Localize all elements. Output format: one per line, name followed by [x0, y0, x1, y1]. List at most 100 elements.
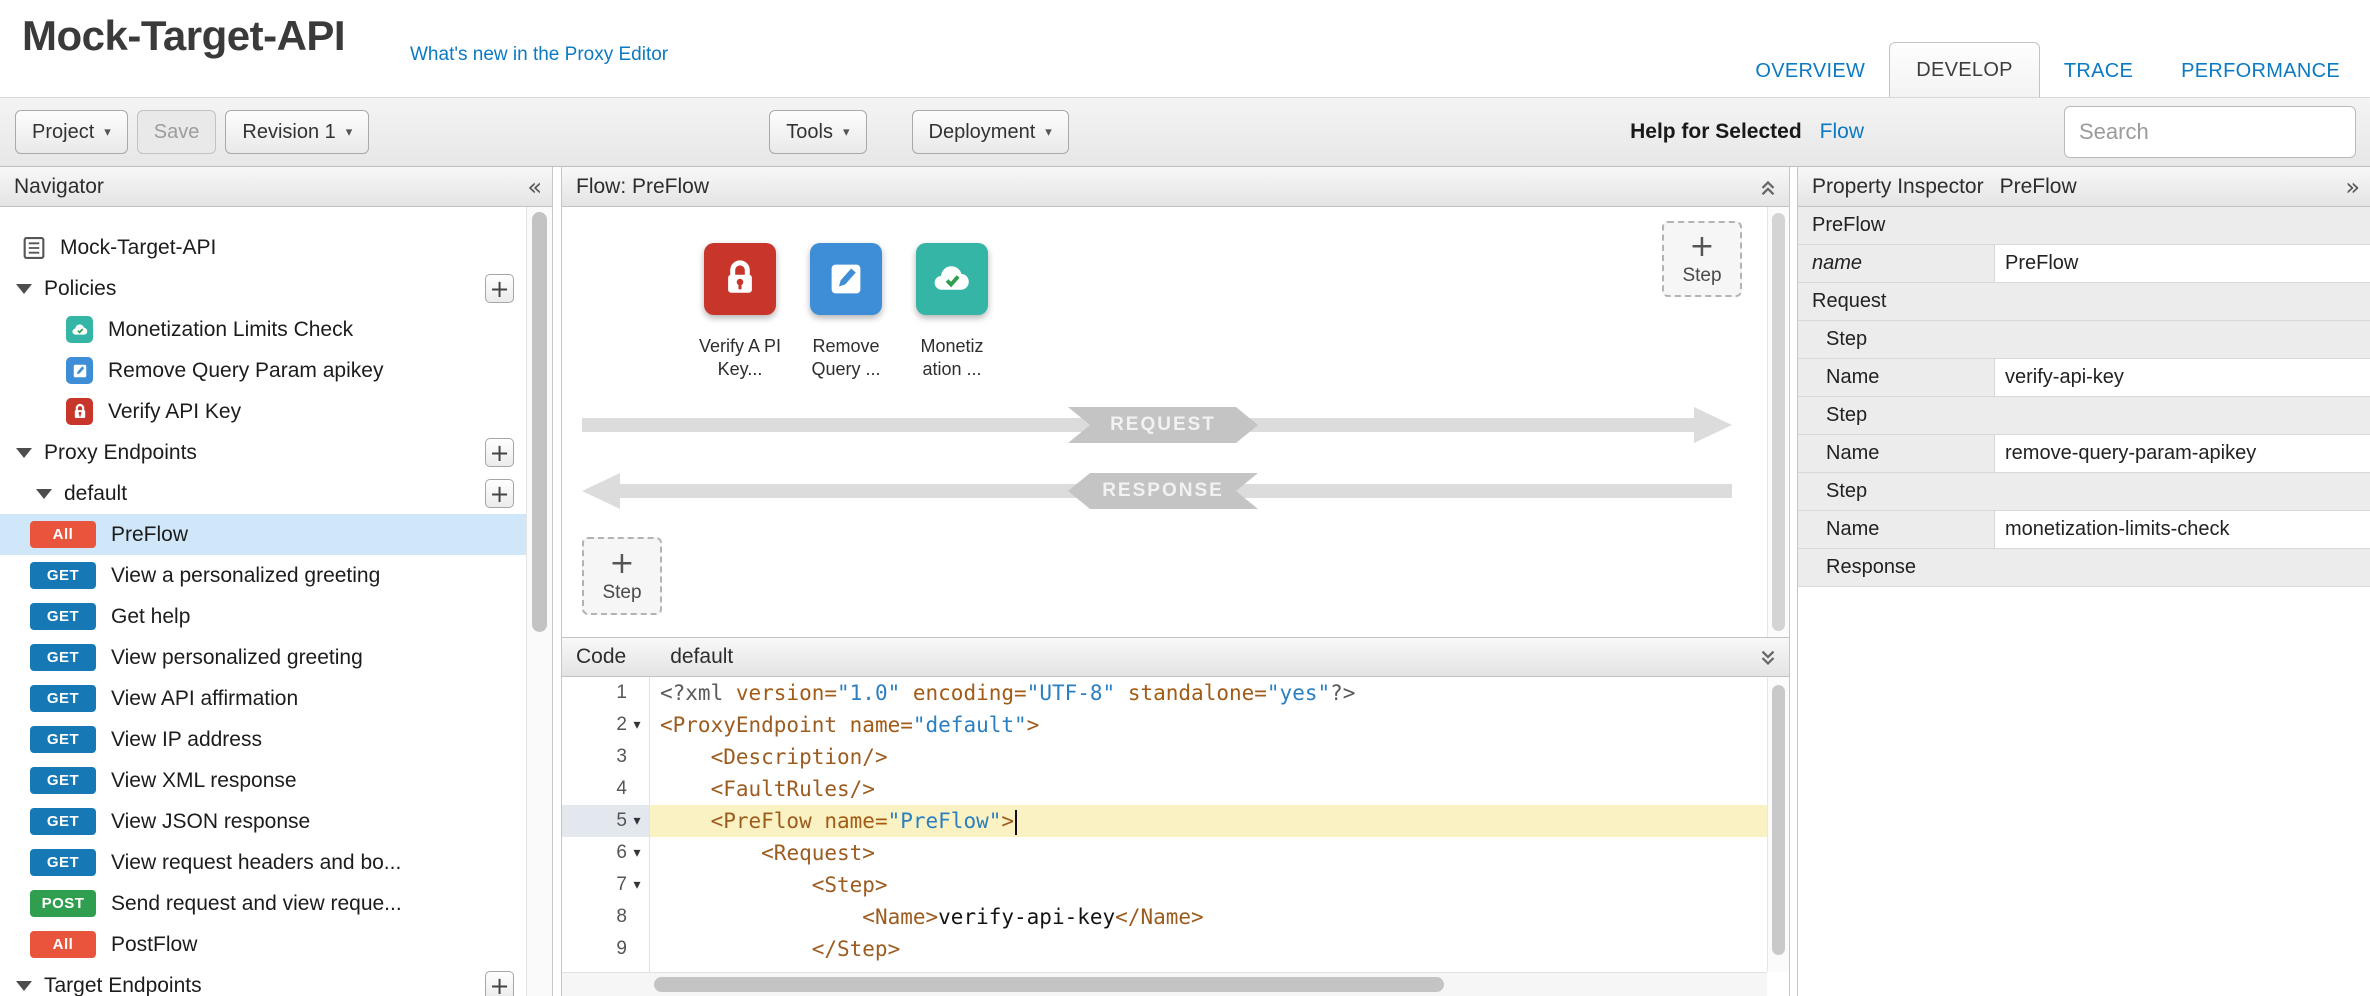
- fold-toggle-icon[interactable]: ▾: [627, 869, 647, 901]
- gutter: 6▾: [562, 837, 650, 869]
- nav-root-item[interactable]: Mock-Target-API: [0, 227, 526, 268]
- project-menu-label: Project: [32, 121, 94, 144]
- nav-section-target-endpoints[interactable]: Target Endpoints +: [0, 965, 526, 996]
- nav-flow-view-personalized-greeting[interactable]: GETView personalized greeting: [0, 637, 526, 678]
- code-text[interactable]: <Description/>: [650, 741, 1789, 773]
- field-value[interactable]: verify-api-key: [1995, 359, 2370, 396]
- code-text[interactable]: </Step>: [650, 933, 1789, 965]
- code-horizontal-scrollbar[interactable]: [562, 972, 1767, 996]
- code-text[interactable]: <Step>: [650, 869, 1789, 901]
- tools-menu-button[interactable]: Tools ▾: [769, 110, 866, 154]
- navigator-scrollbar[interactable]: [526, 207, 552, 996]
- scrollbar-thumb[interactable]: [532, 212, 547, 632]
- code-text[interactable]: <PreFlow name="PreFlow">: [650, 805, 1789, 837]
- field-value[interactable]: monetization-limits-check: [1995, 511, 2370, 548]
- project-menu-button[interactable]: Project ▾: [15, 110, 128, 154]
- section-label: Response: [1798, 556, 1916, 579]
- code-text[interactable]: <Name>verify-api-key</Name>: [650, 901, 1789, 933]
- code-text[interactable]: <Request>: [650, 837, 1789, 869]
- nav-flow-postflow[interactable]: AllPostFlow: [0, 924, 526, 965]
- nav-section-proxy-endpoints[interactable]: Proxy Endpoints +: [0, 432, 526, 473]
- nav-flow-view-request-headers-and-bo[interactable]: GETView request headers and bo...: [0, 842, 526, 883]
- nav-flow-view-a-personalized-greeting[interactable]: GETView a personalized greeting: [0, 555, 526, 596]
- line-number: 6: [616, 837, 627, 869]
- nav-flow-preflow[interactable]: AllPreFlow: [0, 514, 526, 555]
- flow-label: View JSON response: [111, 810, 310, 834]
- add-step-button-request[interactable]: + Step: [582, 537, 662, 615]
- nav-section-policies[interactable]: Policies +: [0, 268, 526, 309]
- nav-flow-send-request-and-view-reque[interactable]: POSTSend request and view reque...: [0, 883, 526, 924]
- flow-label: PreFlow: [111, 523, 188, 547]
- nav-flow-view-xml-response[interactable]: GETView XML response: [0, 760, 526, 801]
- scrollbar-thumb[interactable]: [1772, 213, 1785, 631]
- code-editor[interactable]: 1<?xml version="1.0" encoding="UTF-8" st…: [562, 677, 1789, 996]
- step-button-label: Step: [1682, 265, 1721, 287]
- code-line-4: 4 <FaultRules/>: [562, 773, 1789, 805]
- add-proxy-endpoint-button[interactable]: +: [485, 438, 514, 467]
- nav-root-label: Mock-Target-API: [60, 236, 216, 260]
- whats-new-link[interactable]: What's new in the Proxy Editor: [410, 44, 668, 66]
- add-flow-button[interactable]: +: [485, 479, 514, 508]
- tab-performance[interactable]: PERFORMANCE: [2157, 45, 2364, 98]
- fold-toggle-icon[interactable]: ▾: [627, 837, 647, 869]
- add-step-button-response[interactable]: + Step: [1662, 221, 1742, 297]
- api-proxy-icon: [20, 234, 48, 262]
- field-label: Name: [1798, 359, 1995, 396]
- disclosure-triangle-icon: [16, 448, 32, 458]
- policy-label: Monetization Limits Check: [108, 318, 353, 342]
- flow-policy-monetiz-ation[interactable]: Monetiz ation ...: [904, 243, 1000, 380]
- nav-flow-view-api-affirmation[interactable]: GETView API affirmation: [0, 678, 526, 719]
- field-value[interactable]: remove-query-param-apikey: [1995, 435, 2370, 472]
- tab-trace[interactable]: TRACE: [2040, 45, 2157, 98]
- collapse-up-icon[interactable]: [1757, 176, 1779, 198]
- gutter: 5▾: [562, 805, 650, 837]
- code-line-2: 2▾<ProxyEndpoint name="default">: [562, 709, 1789, 741]
- nav-flow-get-help[interactable]: GETGet help: [0, 596, 526, 637]
- nav-flow-view-json-response[interactable]: GETView JSON response: [0, 801, 526, 842]
- text-cursor: [1015, 810, 1017, 835]
- field-value[interactable]: PreFlow: [1995, 245, 2370, 282]
- tools-menu-label: Tools: [786, 121, 833, 144]
- flow-label: View a personalized greeting: [111, 564, 380, 588]
- default-group-label: default: [64, 482, 127, 506]
- tab-overview[interactable]: OVERVIEW: [1731, 45, 1889, 98]
- code-line-6: 6▾ <Request>: [562, 837, 1789, 869]
- flow-policy-verify-a-pi-key[interactable]: Verify A PI Key...: [692, 243, 788, 380]
- nav-policy-remove-query-param-apikey[interactable]: Remove Query Param apikey: [0, 350, 526, 391]
- flow-policy-remove-query[interactable]: Remove Query ...: [798, 243, 894, 380]
- save-button[interactable]: Save: [137, 110, 217, 154]
- nav-flow-view-ip-address[interactable]: GETView IP address: [0, 719, 526, 760]
- code-text[interactable]: <?xml version="1.0" encoding="UTF-8" sta…: [650, 677, 1789, 709]
- nav-group-default[interactable]: default +: [0, 473, 526, 514]
- revision-menu-button[interactable]: Revision 1 ▾: [225, 110, 369, 154]
- expand-down-icon[interactable]: [1757, 647, 1779, 669]
- code-line-3: 3 <Description/>: [562, 741, 1789, 773]
- search-input[interactable]: [2064, 106, 2356, 158]
- flow-designer-canvas: Verify A PI Key...Remove Query ...Moneti…: [562, 207, 1789, 637]
- disclosure-triangle-icon: [36, 489, 52, 499]
- scrollbar-thumb[interactable]: [654, 977, 1444, 992]
- scrollbar-thumb[interactable]: [1772, 685, 1785, 955]
- center-panel: Flow: PreFlow Verify A PI Key...Remove Q…: [561, 167, 1790, 996]
- flow-label: View XML response: [111, 769, 297, 793]
- code-text[interactable]: <ProxyEndpoint name="default">: [650, 709, 1789, 741]
- flow-scrollbar[interactable]: [1767, 207, 1789, 637]
- inspector-subtitle: PreFlow: [2000, 175, 2077, 199]
- tab-develop[interactable]: DEVELOP: [1889, 42, 2040, 98]
- add-target-endpoint-button[interactable]: +: [485, 971, 514, 996]
- help-flow-link[interactable]: Flow: [1820, 120, 1864, 144]
- fold-toggle-icon[interactable]: ▾: [627, 805, 647, 837]
- fold-toggle-icon[interactable]: ▾: [627, 709, 647, 741]
- code-panel-header: Code default: [562, 637, 1789, 677]
- deployment-menu-button[interactable]: Deployment ▾: [912, 110, 1069, 154]
- code-vertical-scrollbar[interactable]: [1767, 677, 1789, 972]
- expand-panel-icon[interactable]: »: [2345, 175, 2360, 199]
- nav-policy-verify-api-key[interactable]: Verify API Key: [0, 391, 526, 432]
- code-line-5: 5▾ <PreFlow name="PreFlow">: [562, 805, 1789, 837]
- code-text[interactable]: <FaultRules/>: [650, 773, 1789, 805]
- add-policy-button[interactable]: +: [485, 274, 514, 303]
- method-badge: All: [30, 931, 96, 958]
- inspector-section-step-5: Step: [1798, 397, 2370, 435]
- collapse-panel-icon[interactable]: «: [527, 175, 542, 199]
- nav-policy-monetization-limits-check[interactable]: Monetization Limits Check: [0, 309, 526, 350]
